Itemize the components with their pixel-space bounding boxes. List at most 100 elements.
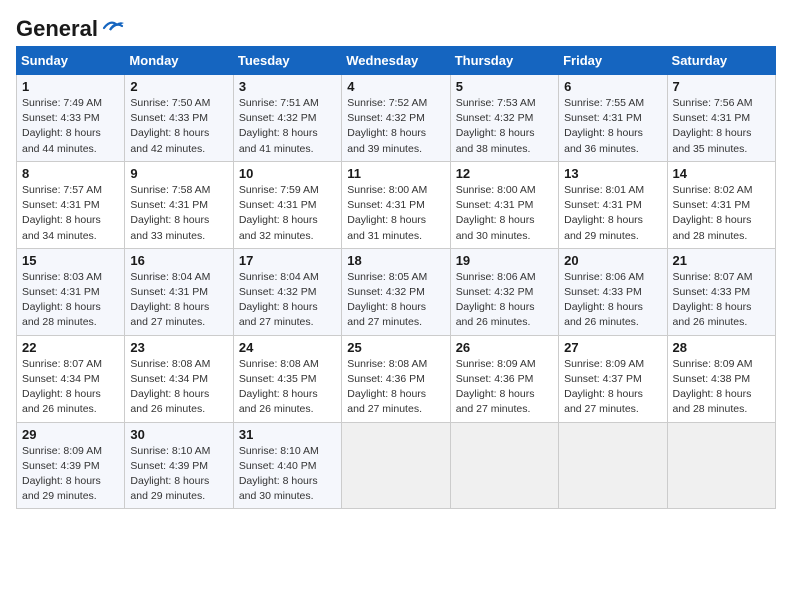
day-number: 12 bbox=[456, 166, 553, 181]
calendar-cell bbox=[667, 422, 775, 509]
calendar-header-saturday: Saturday bbox=[667, 47, 775, 75]
day-detail: Sunrise: 8:06 AM Sunset: 4:33 PM Dayligh… bbox=[564, 270, 661, 331]
day-number: 10 bbox=[239, 166, 336, 181]
day-number: 24 bbox=[239, 340, 336, 355]
calendar-header-friday: Friday bbox=[559, 47, 667, 75]
calendar-cell bbox=[342, 422, 450, 509]
calendar-cell: 17Sunrise: 8:04 AM Sunset: 4:32 PM Dayli… bbox=[233, 248, 341, 335]
day-number: 2 bbox=[130, 79, 227, 94]
day-detail: Sunrise: 8:00 AM Sunset: 4:31 PM Dayligh… bbox=[456, 183, 553, 244]
day-detail: Sunrise: 8:07 AM Sunset: 4:34 PM Dayligh… bbox=[22, 357, 119, 418]
calendar-cell: 27 Sunrise: 8:09 AM Sunset: 4:37 PM Dayli… bbox=[559, 335, 667, 422]
day-detail: Sunrise: 7:55 AM Sunset: 4:31 PM Dayligh… bbox=[564, 96, 661, 157]
calendar-cell: 31 Sunrise: 8:10 AM Sunset: 4:40 PM Dayli… bbox=[233, 422, 341, 509]
day-number: 17 bbox=[239, 253, 336, 268]
day-number: 14 bbox=[673, 166, 770, 181]
calendar-week-row: 1 Sunrise: 7:49 AM Sunset: 4:33 PM Daylig… bbox=[17, 75, 776, 162]
day-detail: Sunrise: 8:09 AM Sunset: 4:37 PM Dayligh… bbox=[564, 357, 661, 418]
header: General bbox=[16, 16, 776, 38]
day-number: 26 bbox=[456, 340, 553, 355]
day-detail: Sunrise: 7:53 AM Sunset: 4:32 PM Dayligh… bbox=[456, 96, 553, 157]
day-detail: Sunrise: 8:07 AM Sunset: 4:33 PM Dayligh… bbox=[673, 270, 770, 331]
day-detail: Sunrise: 8:02 AM Sunset: 4:31 PM Dayligh… bbox=[673, 183, 770, 244]
day-detail: Sunrise: 8:00 AM Sunset: 4:31 PM Dayligh… bbox=[347, 183, 444, 244]
day-detail: Sunrise: 8:09 AM Sunset: 4:36 PM Dayligh… bbox=[456, 357, 553, 418]
day-detail: Sunrise: 7:51 AM Sunset: 4:32 PM Dayligh… bbox=[239, 96, 336, 157]
day-number: 11 bbox=[347, 166, 444, 181]
day-number: 3 bbox=[239, 79, 336, 94]
calendar-cell: 16 Sunrise: 8:04 AM Sunset: 4:31 PM Dayli… bbox=[125, 248, 233, 335]
day-number: 25 bbox=[347, 340, 444, 355]
calendar-cell: 2Sunrise: 7:50 AM Sunset: 4:33 PM Daylig… bbox=[125, 75, 233, 162]
day-detail: Sunrise: 8:01 AM Sunset: 4:31 PM Dayligh… bbox=[564, 183, 661, 244]
calendar-cell: 5 Sunrise: 7:53 AM Sunset: 4:32 PM Daylig… bbox=[450, 75, 558, 162]
calendar-cell: 10Sunrise: 7:59 AM Sunset: 4:31 PM Dayli… bbox=[233, 161, 341, 248]
calendar-cell: 30 Sunrise: 8:10 AM Sunset: 4:39 PM Dayli… bbox=[125, 422, 233, 509]
day-detail: Sunrise: 8:05 AM Sunset: 4:32 PM Dayligh… bbox=[347, 270, 444, 331]
calendar-cell: 24 Sunrise: 8:08 AM Sunset: 4:35 PM Dayli… bbox=[233, 335, 341, 422]
calendar-cell: 6 Sunrise: 7:55 AM Sunset: 4:31 PM Daylig… bbox=[559, 75, 667, 162]
day-detail: Sunrise: 8:08 AM Sunset: 4:36 PM Dayligh… bbox=[347, 357, 444, 418]
day-detail: Sunrise: 8:10 AM Sunset: 4:39 PM Dayligh… bbox=[130, 444, 227, 505]
day-number: 4 bbox=[347, 79, 444, 94]
calendar-cell bbox=[450, 422, 558, 509]
day-number: 21 bbox=[673, 253, 770, 268]
calendar-header-sunday: Sunday bbox=[17, 47, 125, 75]
day-number: 1 bbox=[22, 79, 119, 94]
logo: General bbox=[16, 16, 124, 38]
calendar-cell: 14 Sunrise: 8:02 AM Sunset: 4:31 PM Dayli… bbox=[667, 161, 775, 248]
calendar-cell: 26 Sunrise: 8:09 AM Sunset: 4:36 PM Dayli… bbox=[450, 335, 558, 422]
calendar-week-row: 15 Sunrise: 8:03 AM Sunset: 4:31 PM Dayli… bbox=[17, 248, 776, 335]
calendar-table: SundayMondayTuesdayWednesdayThursdayFrid… bbox=[16, 46, 776, 509]
calendar-cell: 9Sunrise: 7:58 AM Sunset: 4:31 PM Daylig… bbox=[125, 161, 233, 248]
day-detail: Sunrise: 8:10 AM Sunset: 4:40 PM Dayligh… bbox=[239, 444, 336, 505]
day-number: 20 bbox=[564, 253, 661, 268]
calendar-cell: 8 Sunrise: 7:57 AM Sunset: 4:31 PM Daylig… bbox=[17, 161, 125, 248]
logo-bird-icon bbox=[102, 18, 124, 36]
day-number: 30 bbox=[130, 427, 227, 442]
day-detail: Sunrise: 8:08 AM Sunset: 4:35 PM Dayligh… bbox=[239, 357, 336, 418]
day-number: 23 bbox=[130, 340, 227, 355]
day-detail: Sunrise: 7:58 AM Sunset: 4:31 PM Dayligh… bbox=[130, 183, 227, 244]
day-detail: Sunrise: 8:03 AM Sunset: 4:31 PM Dayligh… bbox=[22, 270, 119, 331]
calendar-cell: 20 Sunrise: 8:06 AM Sunset: 4:33 PM Dayli… bbox=[559, 248, 667, 335]
calendar-cell: 23 Sunrise: 8:08 AM Sunset: 4:34 PM Dayli… bbox=[125, 335, 233, 422]
calendar-cell: 25 Sunrise: 8:08 AM Sunset: 4:36 PM Dayli… bbox=[342, 335, 450, 422]
day-detail: Sunrise: 7:56 AM Sunset: 4:31 PM Dayligh… bbox=[673, 96, 770, 157]
day-number: 29 bbox=[22, 427, 119, 442]
day-number: 15 bbox=[22, 253, 119, 268]
day-number: 8 bbox=[22, 166, 119, 181]
day-number: 5 bbox=[456, 79, 553, 94]
day-detail: Sunrise: 8:09 AM Sunset: 4:39 PM Dayligh… bbox=[22, 444, 119, 505]
day-number: 16 bbox=[130, 253, 227, 268]
day-detail: Sunrise: 8:04 AM Sunset: 4:31 PM Dayligh… bbox=[130, 270, 227, 331]
day-number: 28 bbox=[673, 340, 770, 355]
calendar-cell: 3 Sunrise: 7:51 AM Sunset: 4:32 PM Daylig… bbox=[233, 75, 341, 162]
calendar-header-monday: Monday bbox=[125, 47, 233, 75]
day-number: 31 bbox=[239, 427, 336, 442]
day-detail: Sunrise: 8:08 AM Sunset: 4:34 PM Dayligh… bbox=[130, 357, 227, 418]
day-number: 27 bbox=[564, 340, 661, 355]
calendar-cell: 7 Sunrise: 7:56 AM Sunset: 4:31 PM Daylig… bbox=[667, 75, 775, 162]
calendar-week-row: 29 Sunrise: 8:09 AM Sunset: 4:39 PM Dayli… bbox=[17, 422, 776, 509]
day-detail: Sunrise: 7:57 AM Sunset: 4:31 PM Dayligh… bbox=[22, 183, 119, 244]
day-number: 6 bbox=[564, 79, 661, 94]
calendar-cell: 28 Sunrise: 8:09 AM Sunset: 4:38 PM Dayli… bbox=[667, 335, 775, 422]
day-detail: Sunrise: 8:09 AM Sunset: 4:38 PM Dayligh… bbox=[673, 357, 770, 418]
calendar-cell: 1 Sunrise: 7:49 AM Sunset: 4:33 PM Daylig… bbox=[17, 75, 125, 162]
day-detail: Sunrise: 7:49 AM Sunset: 4:33 PM Dayligh… bbox=[22, 96, 119, 157]
day-number: 7 bbox=[673, 79, 770, 94]
calendar-header-wednesday: Wednesday bbox=[342, 47, 450, 75]
day-detail: Sunrise: 8:06 AM Sunset: 4:32 PM Dayligh… bbox=[456, 270, 553, 331]
calendar-cell: 21 Sunrise: 8:07 AM Sunset: 4:33 PM Dayli… bbox=[667, 248, 775, 335]
day-number: 13 bbox=[564, 166, 661, 181]
calendar-cell: 11 Sunrise: 8:00 AM Sunset: 4:31 PM Dayli… bbox=[342, 161, 450, 248]
calendar-week-row: 22Sunrise: 8:07 AM Sunset: 4:34 PM Dayli… bbox=[17, 335, 776, 422]
calendar-header-tuesday: Tuesday bbox=[233, 47, 341, 75]
day-detail: Sunrise: 7:52 AM Sunset: 4:32 PM Dayligh… bbox=[347, 96, 444, 157]
calendar-cell: 29 Sunrise: 8:09 AM Sunset: 4:39 PM Dayli… bbox=[17, 422, 125, 509]
calendar-cell bbox=[559, 422, 667, 509]
calendar-cell: 18Sunrise: 8:05 AM Sunset: 4:32 PM Dayli… bbox=[342, 248, 450, 335]
calendar-cell: 12 Sunrise: 8:00 AM Sunset: 4:31 PM Dayli… bbox=[450, 161, 558, 248]
logo-general: General bbox=[16, 16, 98, 42]
